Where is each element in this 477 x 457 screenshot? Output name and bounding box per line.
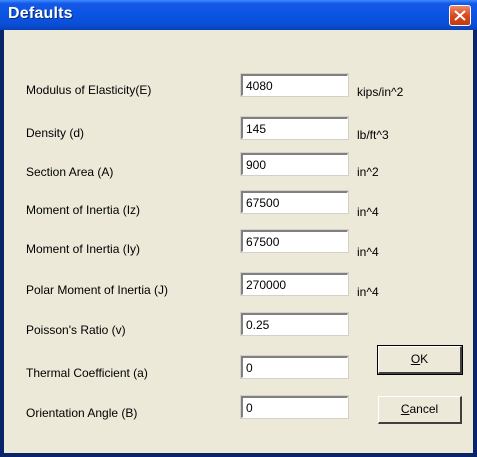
label-moment-of-inertia-iz: Moment of Inertia (Iz) [26,203,141,217]
label-moment-of-inertia-iy: Moment of Inertia (Iy) [26,242,141,256]
field-polar-moment-of-inertia[interactable] [240,272,349,296]
unit-section-area: in^2 [357,165,379,179]
field-moment-of-inertia-iy[interactable] [240,229,349,253]
label-section-area: Section Area (A) [26,165,114,179]
field-density[interactable] [240,116,349,140]
field-section-area[interactable] [240,152,349,176]
label-orientation-angle: Orientation Angle (B) [26,406,138,420]
ok-button[interactable]: OK [377,345,463,375]
field-moment-of-inertia-iz[interactable] [240,190,349,214]
unit-density: lb/ft^3 [357,128,389,142]
field-poissons-ratio[interactable] [240,312,349,336]
ok-button-label: K [420,352,429,366]
defaults-dialog: Defaults Modulus of Elasticity(E) kips/i… [0,0,477,457]
unit-moment-of-inertia-iy: in^4 [357,245,379,259]
field-orientation-angle[interactable] [240,395,349,419]
dialog-body: Modulus of Elasticity(E) kips/in^2 Densi… [4,30,473,453]
label-poissons-ratio: Poisson's Ratio (v) [26,323,126,337]
label-density: Density (d) [26,126,85,140]
label-thermal-coefficient: Thermal Coefficient (a) [26,366,148,380]
cancel-button-label: ancel [409,402,439,416]
field-thermal-coefficient[interactable] [240,355,349,379]
ok-button-mnemonic: O [410,352,421,366]
unit-modulus-of-elasticity: kips/in^2 [357,85,404,99]
cancel-button[interactable]: Cancel [378,396,462,424]
dialog-title: Defaults [8,5,73,22]
close-x-icon [454,10,466,21]
field-modulus-of-elasticity[interactable] [240,73,349,97]
label-polar-moment-of-inertia: Polar Moment of Inertia (J) [26,283,169,297]
label-modulus-of-elasticity: Modulus of Elasticity(E) [26,83,152,97]
close-button[interactable] [449,5,471,26]
title-bar[interactable]: Defaults [0,0,477,30]
unit-moment-of-inertia-iz: in^4 [357,205,379,219]
unit-polar-moment-of-inertia: in^4 [357,285,379,299]
